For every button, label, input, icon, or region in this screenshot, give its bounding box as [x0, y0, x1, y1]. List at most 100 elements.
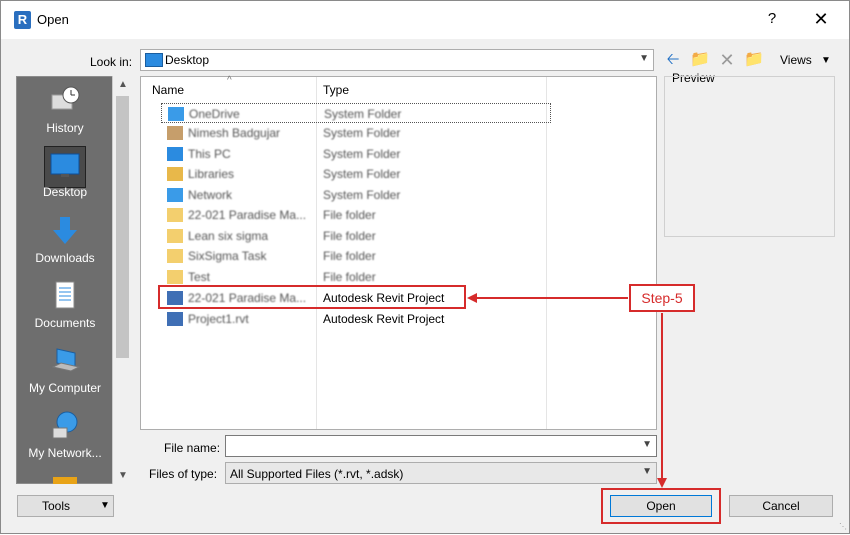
file-row[interactable]: Lean six sigma File folder — [161, 226, 551, 246]
file-type: System Folder — [324, 107, 402, 121]
documents-icon — [55, 281, 75, 309]
place-label: Documents — [34, 316, 96, 330]
network-icon — [52, 411, 78, 439]
chevron-down-icon: ▼ — [639, 53, 649, 64]
place-my-computer[interactable]: My Computer — [17, 345, 113, 395]
chevron-down-icon[interactable]: ▼ — [642, 439, 652, 450]
user-folder-icon — [167, 126, 183, 140]
file-type: File folder — [323, 270, 376, 284]
views-chevron-down-icon[interactable]: ▼ — [821, 55, 831, 66]
place-history[interactable]: History — [17, 85, 113, 135]
title-bar: R Open ? ✕ — [1, 1, 849, 39]
file-name: This PC — [188, 147, 231, 161]
file-name: SixSigma Task — [188, 249, 267, 263]
place-my-network[interactable]: My Network... — [17, 410, 113, 460]
folder-icon — [167, 270, 183, 284]
scroll-down-icon[interactable]: ▼ — [118, 470, 128, 481]
place-documents[interactable]: Documents — [17, 280, 113, 330]
look-in-value: Desktop — [165, 53, 210, 67]
file-row[interactable]: OneDrive System Folder — [161, 103, 551, 123]
file-name-input[interactable]: ▼ — [225, 435, 657, 457]
file-name: Test — [188, 270, 211, 284]
file-row[interactable]: Network System Folder — [161, 185, 551, 205]
file-name: Libraries — [188, 167, 235, 181]
preview-pane — [664, 76, 835, 237]
file-name: Lean six sigma — [188, 229, 269, 243]
libraries-icon — [167, 167, 183, 181]
dialog-title: Open — [37, 12, 69, 27]
folder-icon — [167, 229, 183, 243]
place-downloads[interactable]: Downloads — [17, 215, 113, 265]
file-row[interactable]: Nimesh Badgujar System Folder — [161, 123, 551, 143]
back-arrow-icon[interactable]: 🡠 — [662, 49, 684, 71]
file-type: System Folder — [323, 126, 401, 140]
annotation-step-label: Step-5 — [629, 284, 695, 312]
places-scrollbar[interactable]: ▲ ▼ — [112, 76, 132, 484]
file-type: System Folder — [323, 147, 401, 161]
column-header-type[interactable]: Type — [323, 83, 349, 97]
files-of-type-dropdown[interactable]: All Supported Files (*.rvt, *.adsk) ▼ — [225, 462, 657, 484]
file-type: File folder — [323, 229, 376, 243]
file-name-label: File name: — [164, 441, 221, 455]
tools-label: Tools — [42, 499, 71, 513]
file-name: OneDrive — [189, 107, 240, 121]
file-row[interactable]: This PC System Folder — [161, 144, 551, 164]
place-label: Downloads — [35, 251, 95, 265]
scroll-up-icon[interactable]: ▲ — [118, 79, 128, 90]
files-of-type-value: All Supported Files (*.rvt, *.adsk) — [230, 467, 404, 481]
network-icon — [167, 188, 183, 202]
annotation-highlight-open — [601, 488, 721, 524]
cancel-button[interactable]: Cancel — [729, 495, 833, 517]
resize-grip-icon[interactable]: ⋱ — [839, 522, 847, 531]
sort-ascending-icon: ^ — [227, 75, 232, 86]
column-header-name[interactable]: Name — [152, 83, 184, 97]
up-folder-icon[interactable]: 📁 — [689, 49, 711, 71]
file-name: Nimesh Badgujar — [188, 126, 281, 140]
desktop-icon — [50, 153, 80, 177]
file-name: 22-021 Paradise Ma... — [188, 208, 307, 222]
revit-file-icon — [167, 312, 183, 326]
place-desktop[interactable]: Desktop — [17, 146, 113, 199]
revit-app-icon: R — [14, 11, 31, 29]
place-label: History — [46, 121, 84, 135]
file-row[interactable]: 22-021 Paradise Ma... File folder — [161, 205, 551, 225]
file-type: System Folder — [323, 188, 401, 202]
file-name: Network — [188, 188, 233, 202]
annotation-highlight-file — [158, 285, 466, 309]
look-in-dropdown[interactable]: Desktop ▼ — [140, 49, 654, 71]
file-row[interactable]: Libraries System Folder — [161, 164, 551, 184]
file-row[interactable]: Test File folder — [161, 267, 551, 287]
chevron-down-icon: ▼ — [100, 500, 110, 511]
desktop-folder-icon — [145, 53, 163, 67]
folder-icon — [167, 249, 183, 263]
computer-icon — [51, 348, 81, 372]
place-label: My Computer — [28, 381, 102, 395]
file-type: File folder — [323, 208, 376, 222]
open-dialog: R Open ? ✕ Look in: Desktop ▼ 🡠 📁 ✕ 📁 Vi… — [0, 0, 850, 534]
help-button[interactable]: ? — [763, 10, 781, 30]
close-button[interactable]: ✕ — [809, 9, 833, 31]
place-label: Desktop — [42, 185, 88, 199]
history-icon — [51, 86, 80, 110]
file-row[interactable]: Project1.rvt Autodesk Revit Project — [161, 309, 551, 329]
file-name: Project1.rvt — [188, 312, 249, 326]
file-type: File folder — [323, 249, 376, 263]
scroll-thumb[interactable] — [116, 96, 129, 358]
onedrive-icon — [168, 107, 184, 121]
delete-icon[interactable]: ✕ — [716, 49, 738, 71]
look-in-label: Look in: — [90, 55, 133, 69]
file-type: Autodesk Revit Project — [323, 312, 445, 326]
files-of-type-label: Files of type: — [149, 467, 218, 481]
file-list: Name ^ Type OneDrive System Folder Nimes… — [140, 75, 657, 430]
chevron-down-icon: ▼ — [642, 466, 652, 477]
new-folder-icon[interactable]: 📁 — [743, 49, 765, 71]
computer-icon — [167, 147, 183, 161]
downloads-icon — [53, 217, 77, 244]
views-button[interactable]: Views — [780, 53, 812, 67]
place-label: My Network... — [28, 446, 102, 460]
file-type: System Folder — [323, 167, 401, 181]
folder-icon — [53, 477, 77, 484]
file-row[interactable]: SixSigma Task File folder — [161, 246, 551, 266]
folder-icon — [167, 208, 183, 222]
tools-button[interactable]: Tools ▼ — [17, 495, 114, 517]
